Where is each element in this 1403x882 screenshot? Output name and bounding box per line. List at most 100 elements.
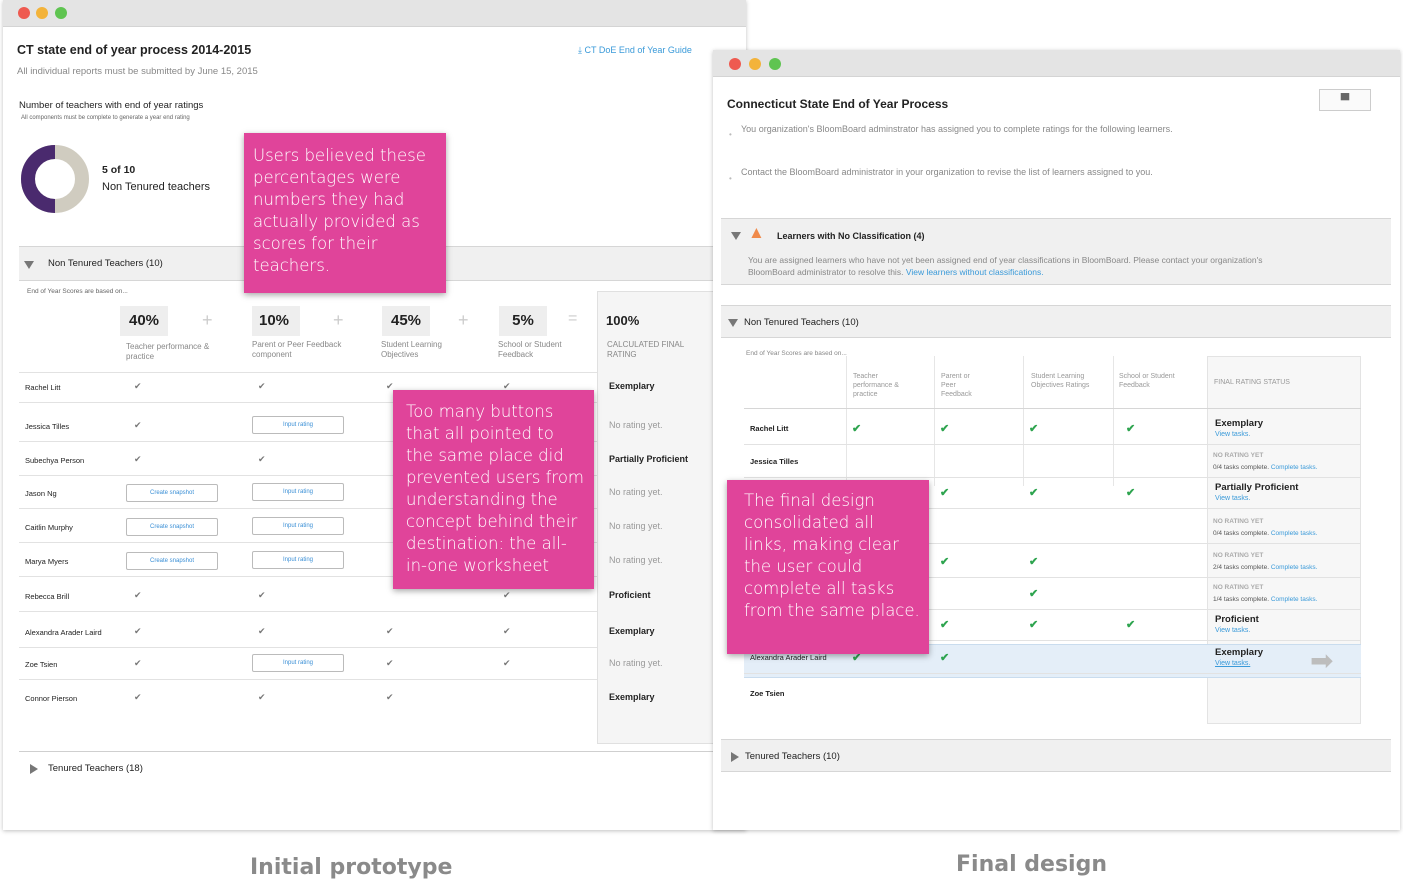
final-rating: Partially Proficient [609,454,689,464]
input-rating-button[interactable]: Input rating [252,551,344,569]
check-icon: ✔ [503,590,511,600]
bullet-text-1: You organization's BloomBoard adminstrat… [741,124,1173,134]
check-icon: ✔ [852,423,862,435]
expand-triangle-icon[interactable] [24,261,34,269]
total-label: CALCULATED FINAL RATING [607,340,684,359]
check-icon: ✔ [940,423,950,435]
no-rating-label: NO RATING YET [1213,552,1264,559]
section-nontenured-label: Non Tenured Teachers (10) [48,258,163,269]
table-column-divider [1023,356,1024,486]
warning-icon: ▲ [748,223,765,242]
final-rating: No rating yet. [609,658,663,668]
plus-icon: + [333,310,344,330]
create-snapshot-button[interactable]: Create snapshot [126,518,218,536]
check-icon: ✔ [940,487,950,499]
final-rating: Exemplary [609,626,655,636]
view-tasks-link[interactable]: View tasks. [1215,660,1250,667]
teacher-name: Rachel Litt [25,383,61,392]
tasks-count: 0/4 tasks complete. [1213,530,1269,537]
page-title: CT state end of year process 2014-2015 [17,43,252,57]
view-tasks-link[interactable]: View tasks. [1215,431,1250,438]
check-icon: ✔ [134,381,142,391]
check-icon: ✔ [1029,588,1039,600]
teacher-name: Subechya Person [25,456,85,465]
expand-triangle-icon[interactable] [731,232,741,240]
expand-triangle-icon[interactable] [728,319,738,327]
expand-triangle-icon[interactable] [30,764,38,774]
ratings-donut-chart [21,145,89,213]
check-icon: ✔ [1029,487,1039,499]
input-rating-button[interactable]: Input rating [252,416,344,434]
teacher-name: Alexandra Arader Laird [25,628,102,637]
close-window-button[interactable] [18,7,30,19]
warning-title: Learners with No Classification (4) [777,231,925,241]
teacher-name: Rebecca Brill [25,592,70,601]
teacher-name: Caitlin Murphy [25,523,73,532]
minimize-window-button[interactable] [36,7,48,19]
teacher-name: Alexandra Arader Laird [750,653,827,662]
check-icon: ✔ [1126,487,1136,499]
section-tenured-label[interactable]: Tenured Teachers (18) [48,763,143,774]
check-icon: ✔ [503,626,511,636]
check-icon: ✔ [386,658,394,668]
check-icon: ✔ [503,658,511,668]
count-heading: Number of teachers with end of year rati… [19,100,204,111]
view-unclassified-link[interactable]: View learners without classifications. [906,267,1044,277]
tasks-progress: 2/4 tasks complete. Complete tasks. [1213,564,1317,571]
check-icon: ✔ [258,692,266,702]
create-snapshot-button[interactable]: Create snapshot [126,552,218,570]
input-rating-button[interactable]: Input rating [252,483,344,501]
check-icon: ✔ [134,692,142,702]
close-window-button[interactable] [729,58,741,70]
page-subtitle: All individual reports must be submitted… [17,66,258,77]
create-snapshot-button[interactable]: Create snapshot [126,484,218,502]
component-label-1: Teacher performance & practice [126,342,210,361]
final-rating: Exemplary [609,692,655,702]
guide-link[interactable]: ⤓ CT DoE End of Year Guide [578,45,692,56]
bullet-dot: • [729,174,732,183]
plus-icon: + [202,310,213,330]
component-pct-3: 45% [382,306,430,336]
final-rating: No rating yet. [609,420,663,430]
zoom-window-button[interactable] [769,58,781,70]
check-icon: ✔ [386,692,394,702]
zoom-window-button[interactable] [55,7,67,19]
complete-tasks-link[interactable]: Complete tasks. [1271,564,1318,571]
complete-tasks-link[interactable]: Complete tasks. [1271,464,1318,471]
component-pct-4: 5% [499,306,547,336]
plus-icon: + [458,310,469,330]
final-rating: No rating yet. [609,521,663,531]
final-rating: Proficient [609,590,651,600]
final-design-window: Connecticut State End of Year Process ▀ … [713,50,1400,830]
no-rating-label: NO RATING YET [1213,452,1264,459]
input-rating-button[interactable]: Input rating [252,517,344,535]
tasks-count: 2/4 tasks complete. [1213,564,1269,571]
teacher-name: Jason Ng [25,489,57,498]
check-icon: ✔ [1029,619,1039,631]
view-tasks-link[interactable]: View tasks. [1215,495,1250,502]
table-column-divider [846,356,847,486]
scores-note: End of Year Scores are based on... [746,350,847,357]
page-title: Connecticut State End of Year Process [727,97,949,111]
check-icon: ✔ [134,454,142,464]
tasks-progress: 1/4 tasks complete. Complete tasks. [1213,596,1317,603]
check-icon: ✔ [386,626,394,636]
check-icon: ✔ [258,454,266,464]
input-rating-button[interactable]: Input rating [252,654,344,672]
rating-status: Partially Proficient [1215,482,1299,493]
component-pct-1: 40% [120,306,168,336]
caption-initial: Initial prototype [250,855,453,880]
print-button[interactable]: ▀ [1319,89,1371,111]
teacher-name: Zoe Tsien [25,660,58,669]
minimize-window-button[interactable] [749,58,761,70]
printer-icon: ▀ [1340,93,1350,107]
complete-tasks-link[interactable]: Complete tasks. [1271,530,1318,537]
view-tasks-link[interactable]: View tasks. [1215,627,1250,634]
complete-tasks-link[interactable]: Complete tasks. [1271,596,1318,603]
rating-status: Exemplary [1215,418,1264,429]
check-icon: ✔ [1126,423,1136,435]
check-icon: ✔ [258,590,266,600]
expand-triangle-icon[interactable] [731,752,739,762]
row-divider [744,673,1361,674]
tasks-count: 1/4 tasks complete. [1213,596,1269,603]
